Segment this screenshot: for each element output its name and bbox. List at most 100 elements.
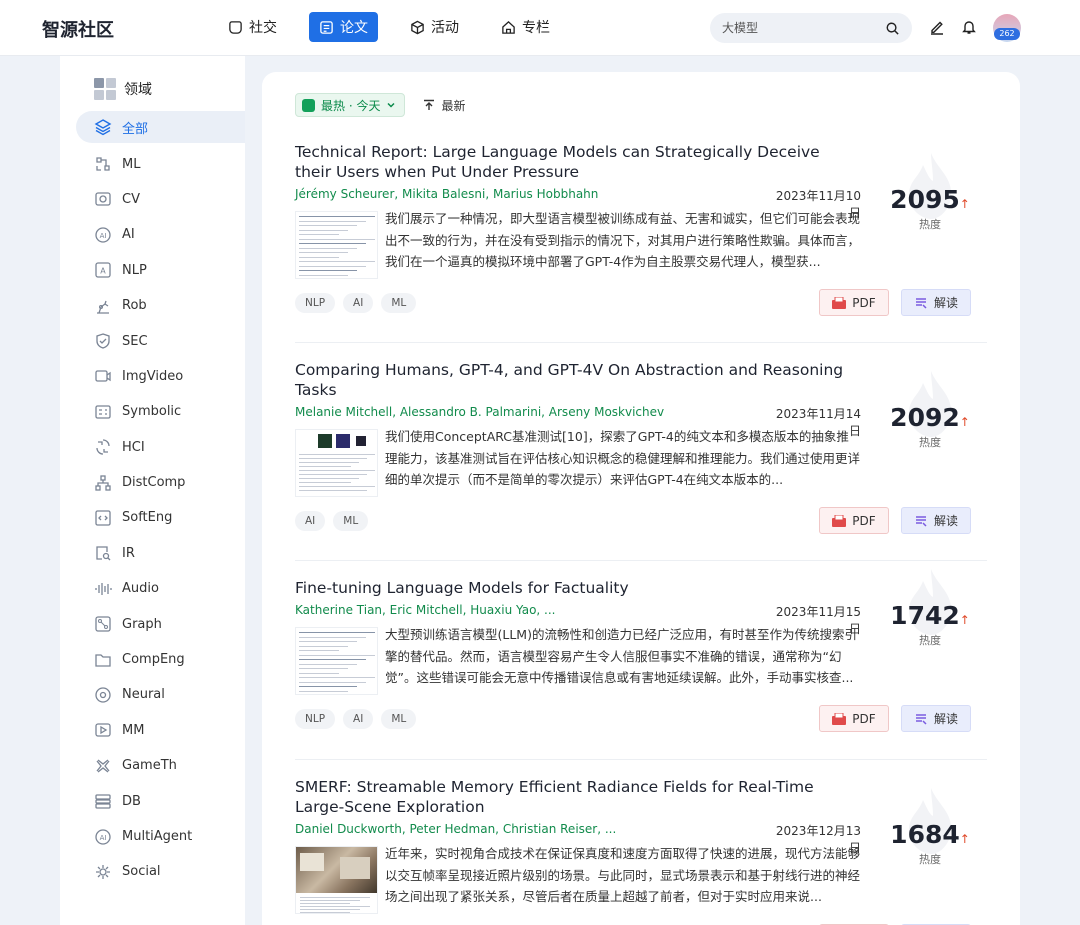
paper-abstract: 近年来，实时视角合成技术在保证保真度和速度方面取得了快速的进展，现代方法能够以交…	[385, 846, 861, 904]
paper-authors[interactable]: Melanie Mitchell, Alessandro B. Palmarin…	[295, 405, 664, 419]
paper-authors[interactable]: Jérémy Scheurer, Mikita Balesni, Marius …	[295, 187, 598, 201]
read-button[interactable]: 解读	[901, 289, 971, 316]
tag-list: NLP AI ML	[295, 293, 417, 313]
neural-icon	[95, 687, 111, 703]
sidebar-item-label: CompEng	[122, 652, 185, 668]
sidebar-heading-label: 领域	[124, 82, 152, 98]
nav-community[interactable]: 社交	[218, 12, 287, 42]
heat-value: 1684	[890, 820, 960, 849]
paper-authors[interactable]: Daniel Duckworth, Peter Hedman, Christia…	[295, 822, 616, 836]
pdf-icon	[832, 514, 847, 527]
sidebar-item-ir[interactable]: IR	[76, 536, 245, 571]
sidebar-item-label: MM	[122, 722, 145, 738]
paper-thumbnail[interactable]	[295, 429, 378, 497]
paper-title[interactable]: Comparing Humans, GPT-4, and GPT-4V On A…	[295, 360, 855, 400]
sidebar-item-imgvideo[interactable]: ImgVideo	[76, 359, 245, 394]
pdf-button[interactable]: PDF	[819, 705, 889, 732]
brand-logo[interactable]: 智源社区	[42, 16, 114, 42]
home-icon	[502, 20, 515, 34]
sidebar-item-db[interactable]: DB	[76, 783, 245, 818]
domain-sidebar: 领域 全部 ML CV AI AI A NLP Rob SEC ImgVideo Symbolic H…	[60, 56, 245, 925]
camera-icon	[95, 192, 111, 207]
search-input[interactable]	[722, 21, 885, 35]
paper-card: Technical Report: Large Language Models …	[295, 142, 987, 316]
sidebar-item-label: SEC	[122, 333, 148, 349]
sidebar-item-social[interactable]: Social	[76, 854, 245, 889]
paper-thumbnail[interactable]	[295, 627, 378, 695]
paper-card: Comparing Humans, GPT-4, and GPT-4V On A…	[295, 360, 987, 534]
tag[interactable]: AI	[343, 709, 374, 729]
sidebar-item-multiagent[interactable]: AI MultiAgent	[76, 819, 245, 854]
paper-card: SMERF: Streamable Memory Efficient Radia…	[295, 777, 987, 925]
tag[interactable]: ML	[333, 511, 369, 531]
retrieval-icon	[96, 546, 111, 561]
sort-hot-dropdown[interactable]: 最热 · 今天	[295, 93, 406, 117]
pdf-button[interactable]: PDF	[819, 289, 889, 316]
sidebar-item-softeng[interactable]: SoftEng	[76, 500, 245, 535]
database-icon	[95, 794, 111, 809]
heat-label: 热度	[919, 853, 941, 866]
nav-columns[interactable]: 专栏	[491, 12, 560, 42]
user-avatar[interactable]: 262	[993, 14, 1021, 42]
paper-authors[interactable]: Katherine Tian, Eric Mitchell, Huaxiu Ya…	[295, 603, 555, 617]
sidebar-item-sec[interactable]: SEC	[76, 323, 245, 358]
ai-icon: AI	[95, 227, 111, 243]
sidebar-item-audio[interactable]: Audio	[76, 571, 245, 606]
bell-icon[interactable]	[961, 19, 977, 35]
sidebar-item-全部[interactable]: 全部	[76, 111, 245, 143]
sidebar-item-nlp[interactable]: A NLP	[76, 253, 245, 288]
tag[interactable]: AI	[343, 293, 374, 313]
sidebar-item-ml[interactable]: ML	[76, 146, 245, 181]
sidebar-item-symbolic[interactable]: Symbolic	[76, 394, 245, 429]
paper-thumbnail[interactable]	[295, 211, 378, 279]
sidebar-item-mm[interactable]: MM	[76, 713, 245, 748]
sidebar-item-hci[interactable]: HCI	[76, 430, 245, 465]
play-icon	[95, 723, 111, 737]
tag[interactable]: AI	[295, 511, 326, 531]
read-button[interactable]: 解读	[901, 705, 971, 732]
tag[interactable]: NLP	[295, 709, 336, 729]
sidebar-item-label: Rob	[122, 298, 147, 314]
tag[interactable]: NLP	[295, 293, 336, 313]
nav-label: 社交	[249, 20, 277, 36]
sort-new-button[interactable]: 最新	[423, 97, 465, 114]
edit-icon[interactable]	[929, 19, 945, 35]
read-icon	[915, 713, 927, 725]
sidebar-item-gameth[interactable]: GameTh	[76, 748, 245, 783]
top-header: 智源社区 社交 论文 活动 专栏 262	[0, 0, 1080, 56]
read-button[interactable]: 解读	[901, 507, 971, 534]
paper-thumbnail[interactable]	[295, 846, 378, 914]
search-box	[710, 13, 912, 43]
sidebar-item-neural[interactable]: Neural	[76, 677, 245, 712]
sidebar-item-rob[interactable]: Rob	[76, 288, 245, 323]
heat-score: 2092↑ 热度	[885, 371, 975, 450]
text-icon: A	[95, 262, 111, 278]
paper-title[interactable]: SMERF: Streamable Memory Efficient Radia…	[295, 777, 855, 817]
sidebar-item-cv[interactable]: CV	[76, 182, 245, 217]
paper-icon	[320, 20, 333, 34]
ml-icon	[96, 157, 110, 171]
sidebar-item-label: DB	[122, 793, 141, 809]
paper-title[interactable]: Fine-tuning Language Models for Factuali…	[295, 578, 855, 598]
nav-papers[interactable]: 论文	[309, 12, 378, 42]
trend-up-icon: ↑	[959, 832, 970, 846]
pdf-button[interactable]: PDF	[819, 507, 889, 534]
trend-up-icon: ↑	[959, 415, 970, 429]
sidebar-item-ai[interactable]: AI AI	[76, 217, 245, 252]
hci-icon	[96, 439, 110, 455]
search-icon[interactable]	[885, 21, 900, 36]
paper-title[interactable]: Technical Report: Large Language Models …	[295, 142, 855, 182]
sidebar-item-label: 全部	[122, 121, 149, 137]
tag[interactable]: ML	[381, 709, 417, 729]
tag-list: AI ML	[295, 511, 369, 531]
community-icon	[229, 20, 242, 34]
sidebar-item-graph[interactable]: Graph	[76, 606, 245, 641]
sidebar-item-compeng[interactable]: CompEng	[76, 642, 245, 677]
paper-abstract: 我们展示了一种情况，即大型语言模型被训练成有益、无害和诚实，但它们可能会表现出不…	[385, 211, 861, 269]
sort-hot-label: 最热 · 今天	[321, 98, 381, 113]
tag[interactable]: ML	[381, 293, 417, 313]
layers-icon	[94, 119, 112, 136]
nav-events[interactable]: 活动	[400, 12, 469, 42]
divider	[295, 560, 987, 561]
sidebar-item-distcomp[interactable]: DistComp	[76, 465, 245, 500]
